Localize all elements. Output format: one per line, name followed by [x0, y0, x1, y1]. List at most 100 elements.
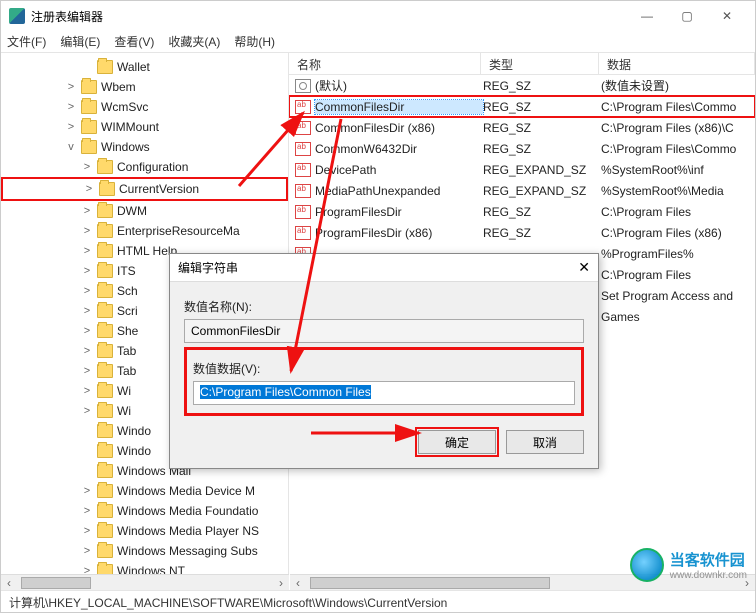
list-row[interactable]: DevicePathREG_EXPAND_SZ%SystemRoot%\inf: [289, 159, 755, 180]
string-value-icon: [295, 142, 311, 156]
value-name-label: 数值名称(N):: [184, 298, 584, 315]
value-type: REG_EXPAND_SZ: [483, 163, 601, 177]
value-data: Set Program Access and: [601, 289, 755, 303]
expand-icon[interactable]: >: [81, 345, 93, 357]
tree-item[interactable]: >Windows Media Device M: [1, 481, 288, 501]
list-row[interactable]: (默认)REG_SZ(数值未设置): [289, 75, 755, 96]
tree-label: Tab: [117, 344, 136, 358]
tree-scrollbar[interactable]: ‹ ›: [1, 574, 289, 590]
expand-icon[interactable]: >: [81, 205, 93, 217]
expand-icon[interactable]: >: [83, 183, 95, 195]
list-row[interactable]: CommonFilesDirREG_SZC:\Program Files\Com…: [289, 96, 755, 117]
folder-icon: [81, 120, 97, 134]
expand-icon[interactable]: >: [81, 545, 93, 557]
list-row[interactable]: CommonFilesDir (x86)REG_SZC:\Program Fil…: [289, 117, 755, 138]
expand-icon[interactable]: >: [81, 245, 93, 257]
expand-icon[interactable]: >: [81, 161, 93, 173]
tree-label: Wi: [117, 404, 131, 418]
folder-icon: [97, 60, 113, 74]
tree-item[interactable]: > Windows Media Foundatio: [1, 501, 288, 521]
close-button[interactable]: ✕: [707, 2, 747, 30]
value-type: REG_EXPAND_SZ: [483, 184, 601, 198]
value-data-highlight: 数值数据(V): C:\Program Files\Common Files: [184, 347, 584, 416]
tree-item[interactable]: >CurrentVersion: [1, 177, 288, 201]
expand-icon[interactable]: >: [65, 121, 77, 133]
menu-favorites[interactable]: 收藏夹(A): [168, 33, 220, 50]
col-name[interactable]: 名称: [289, 53, 481, 74]
value-data-input[interactable]: C:\Program Files\Common Files: [193, 381, 575, 405]
dialog-close-icon[interactable]: ✕: [578, 259, 590, 276]
expand-icon[interactable]: >: [81, 385, 93, 397]
folder-icon: [97, 160, 113, 174]
maximize-button[interactable]: ▢: [667, 2, 707, 30]
expand-icon[interactable]: >: [81, 525, 93, 537]
value-type: REG_SZ: [483, 121, 601, 135]
menu-file[interactable]: 文件(F): [7, 33, 46, 50]
list-header: 名称 类型 数据: [289, 53, 755, 75]
value-name: ProgramFilesDir (x86): [315, 226, 483, 240]
list-row[interactable]: ProgramFilesDir (x86)REG_SZC:\Program Fi…: [289, 222, 755, 243]
expand-icon[interactable]: >: [81, 305, 93, 317]
scroll-left-icon[interactable]: ‹: [1, 576, 17, 590]
tree-item[interactable]: >Wbem: [1, 77, 288, 97]
scroll-thumb[interactable]: [21, 577, 91, 589]
menu-edit[interactable]: 编辑(E): [60, 33, 100, 50]
menu-view[interactable]: 查看(V): [114, 33, 154, 50]
expand-icon[interactable]: >: [65, 101, 77, 113]
tree-item[interactable]: >DWM: [1, 201, 288, 221]
tree-label: Wi: [117, 384, 131, 398]
list-row[interactable]: MediaPathUnexpandedREG_EXPAND_SZ%SystemR…: [289, 180, 755, 201]
value-data: %SystemRoot%\Media: [601, 184, 755, 198]
tree-label: Windows: [101, 140, 150, 154]
col-data[interactable]: 数据: [599, 53, 755, 74]
tree-label: WcmSvc: [101, 100, 148, 114]
expand-icon[interactable]: >: [81, 505, 93, 517]
tree-item[interactable]: > WIMMount: [1, 117, 288, 137]
tree-item[interactable]: Wallet: [1, 57, 288, 77]
tree-label: ITS: [117, 264, 136, 278]
expand-icon[interactable]: >: [65, 81, 77, 93]
expand-icon[interactable]: >: [81, 365, 93, 377]
folder-icon: [97, 284, 113, 298]
expand-icon[interactable]: v: [65, 141, 77, 153]
value-name: MediaPathUnexpanded: [315, 184, 483, 198]
ok-button[interactable]: 确定: [418, 430, 496, 454]
expand-icon[interactable]: >: [81, 485, 93, 497]
tree-label: Windows Media Foundatio: [117, 504, 258, 518]
col-type[interactable]: 类型: [481, 53, 599, 74]
folder-icon: [97, 404, 113, 418]
tree-item[interactable]: >Configuration: [1, 157, 288, 177]
tree-item[interactable]: v Windows: [1, 137, 288, 157]
scroll-left-icon[interactable]: ‹: [290, 576, 306, 590]
tree-item[interactable]: > Windows Messaging Subs: [1, 541, 288, 561]
tree-label: WIMMount: [101, 120, 159, 134]
tree-item[interactable]: >EnterpriseResourceMa: [1, 221, 288, 241]
expand-icon[interactable]: >: [81, 265, 93, 277]
string-value-icon: [295, 163, 311, 177]
tree-label: Wallet: [117, 60, 150, 74]
string-value-icon: [295, 226, 311, 240]
tree-label: Windows Messaging Subs: [117, 544, 258, 558]
tree-item[interactable]: >Windows Media Player NS: [1, 521, 288, 541]
minimize-button[interactable]: —: [627, 2, 667, 30]
list-row[interactable]: ProgramFilesDirREG_SZC:\Program Files: [289, 201, 755, 222]
tree-item[interactable]: > WcmSvc: [1, 97, 288, 117]
expand-icon[interactable]: >: [81, 325, 93, 337]
scroll-right-icon[interactable]: ›: [273, 576, 289, 590]
value-name: CommonFilesDir (x86): [315, 121, 483, 135]
scroll-thumb[interactable]: [310, 577, 550, 589]
expand-icon[interactable]: >: [81, 225, 93, 237]
dialog-title: 编辑字符串: [178, 259, 238, 276]
folder-icon: [97, 204, 113, 218]
value-name-input[interactable]: [184, 319, 584, 343]
menu-help[interactable]: 帮助(H): [234, 33, 275, 50]
folder-icon: [97, 524, 113, 538]
dialog-titlebar[interactable]: 编辑字符串 ✕: [170, 254, 598, 282]
expand-icon[interactable]: >: [81, 285, 93, 297]
value-name: (默认): [315, 77, 483, 94]
cancel-button[interactable]: 取消: [506, 430, 584, 454]
expand-icon[interactable]: >: [81, 405, 93, 417]
list-row[interactable]: CommonW6432DirREG_SZC:\Program Files\Com…: [289, 138, 755, 159]
tree-label: She: [117, 324, 138, 338]
string-value-icon: [295, 100, 311, 114]
